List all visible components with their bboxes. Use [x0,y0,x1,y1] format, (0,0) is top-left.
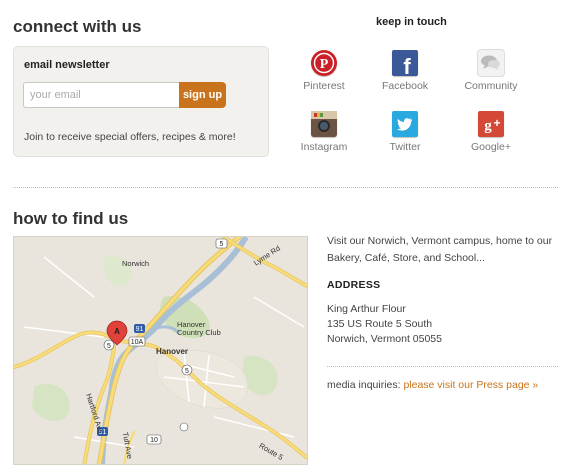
sign-up-button[interactable]: sign up [179,82,226,108]
media-prefix: media inquiries: [327,379,404,391]
svg-text:91: 91 [136,326,144,333]
facebook-icon: f [392,50,418,76]
newsletter-note: Join to receive special offers, recipes … [24,131,236,143]
social-label: Instagram [300,141,348,153]
find-us-title: how to find us [13,209,129,228]
address-line: Norwich, Vermont 05055 [327,333,442,345]
map-label-country-club: Hanover Country Club [177,320,221,337]
svg-text:5: 5 [220,241,224,248]
svg-text:+: + [493,116,500,130]
svg-text:P: P [320,57,329,72]
svg-text:f: f [403,54,411,76]
svg-text:g: g [484,118,492,134]
svg-text:A: A [114,327,120,336]
newsletter-box: email newsletter sign up Join to receive… [13,46,269,157]
svg-text:5: 5 [185,368,189,375]
address-line: King Arthur Flour [327,303,406,315]
visit-description: Visit our Norwich, Vermont campus, home … [327,235,553,264]
social-label: Twitter [389,141,421,153]
google-plus-icon: g + [478,111,504,137]
social-label: Pinterest [303,80,345,92]
social-label: Community [464,80,518,92]
address-line: 135 US Route 5 South [327,318,433,330]
social-link-instagram[interactable]: Instagram [284,111,364,153]
svg-text:10A: 10A [131,339,144,346]
instagram-icon [311,111,337,137]
social-link-facebook[interactable]: f Facebook [365,50,445,92]
address-title: ADDRESS [327,279,381,291]
section-divider [13,187,558,188]
connect-title: connect with us [13,17,142,36]
social-link-twitter[interactable]: Twitter [365,111,445,153]
email-input[interactable] [23,82,179,108]
map-label-hanover: Hanover [156,347,189,356]
newsletter-label: email newsletter [24,59,110,71]
svg-text:5: 5 [107,343,111,350]
svg-text:10: 10 [150,437,158,444]
social-link-google-plus[interactable]: g + Google+ [451,111,531,153]
twitter-icon [392,111,418,137]
map-label-norwich: Norwich [122,259,150,268]
social-link-pinterest[interactable]: P Pinterest [284,50,364,92]
social-link-community[interactable]: Community [451,50,531,92]
pinterest-icon: P [311,50,337,76]
address-divider [327,366,558,367]
social-label: Google+ [471,141,511,153]
location-map[interactable]: 91 10A 91 10 5 5 5 A Norwich Hanover Cou… [13,236,308,465]
keep-in-touch-title: keep in touch [376,16,447,28]
community-icon [478,50,504,76]
press-page-link[interactable]: please visit our Press page » [403,379,538,391]
media-inquiries: media inquiries: please visit our Press … [327,379,538,391]
social-label: Facebook [381,80,429,92]
